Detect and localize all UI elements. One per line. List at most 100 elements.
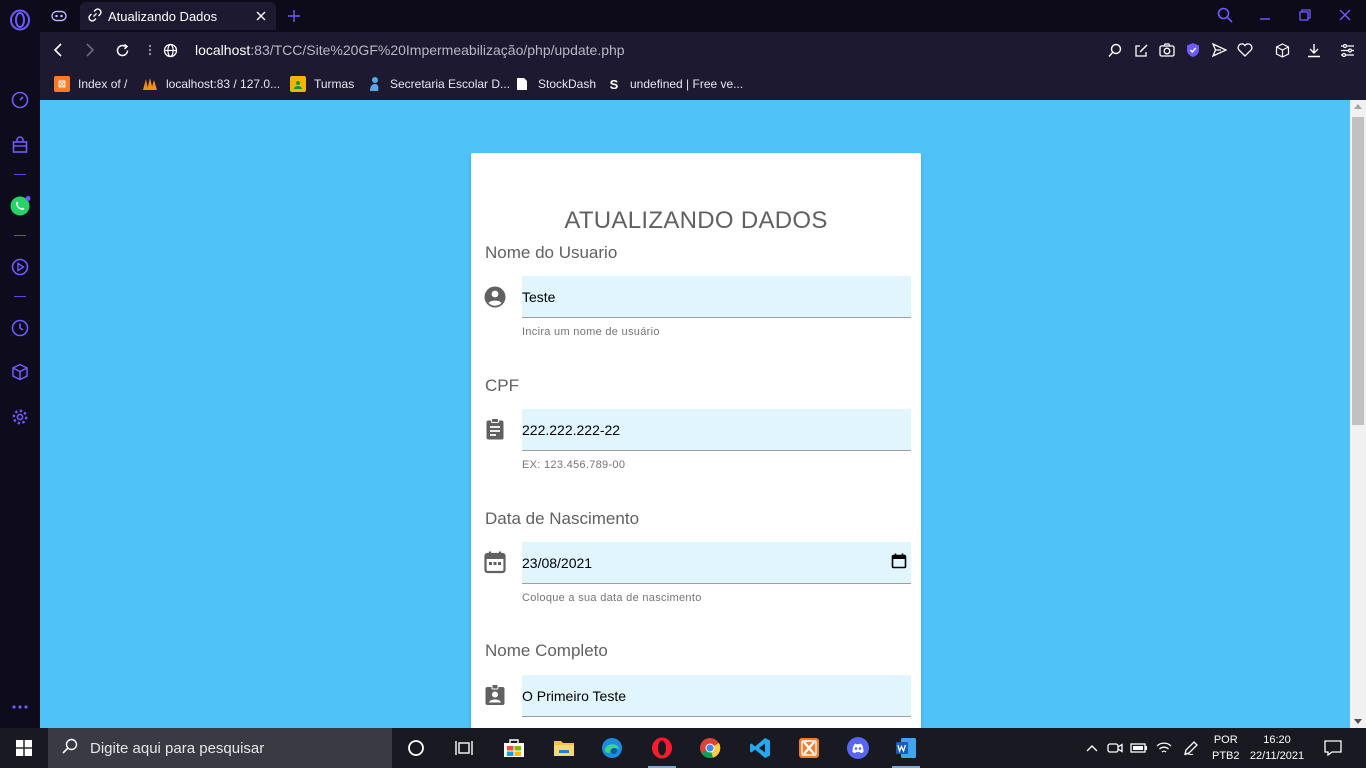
chrome-icon[interactable] xyxy=(690,732,730,764)
username-input[interactable]: Teste xyxy=(522,276,911,318)
downloads-icon[interactable] xyxy=(1305,41,1323,59)
bookmark-label: Turmas xyxy=(314,77,355,91)
opera-browser-icon[interactable] xyxy=(642,732,682,768)
vpn-shield-icon[interactable] xyxy=(1184,41,1202,59)
scroll-down-arrow-icon[interactable] xyxy=(1354,719,1362,724)
edge-icon[interactable] xyxy=(592,732,632,764)
edit-share-icon[interactable] xyxy=(1132,41,1150,59)
player-icon[interactable] xyxy=(8,255,32,279)
minimize-window-icon[interactable] xyxy=(1252,4,1278,26)
pen-ink-icon[interactable] xyxy=(1181,739,1201,757)
find-in-page-icon[interactable] xyxy=(1106,41,1124,59)
notification-center-icon[interactable] xyxy=(1323,739,1343,757)
bookmark-label: Index of / xyxy=(78,77,128,91)
s-logo-icon: S xyxy=(609,76,619,92)
bookmark-label: StockDash xyxy=(538,77,597,91)
tab-title: Atualizando Dados xyxy=(108,8,218,24)
birthdate-value: 23/08/2021 xyxy=(522,554,593,571)
snapshot-camera-icon[interactable] xyxy=(1158,41,1176,59)
bookmark-secretaria[interactable]: Secretaria Escolar D... xyxy=(366,75,510,93)
calendar-icon xyxy=(483,550,507,574)
bookmark-label: Secretaria Escolar D... xyxy=(390,77,511,91)
close-tab-icon[interactable] xyxy=(254,9,268,23)
url-host: localhost xyxy=(195,42,251,58)
file-explorer-icon[interactable] xyxy=(544,732,584,764)
vscode-icon[interactable] xyxy=(740,732,780,764)
cpf-value: 222.222.222-22 xyxy=(522,421,621,438)
birthdate-helper: Coloque a sua data de nascimento xyxy=(522,592,702,604)
birthdate-input[interactable]: 23/08/2021 xyxy=(522,542,911,584)
sidebar-divider xyxy=(14,296,26,297)
page-scrollbar[interactable] xyxy=(1350,100,1366,728)
cpf-input[interactable]: 222.222.222-22 xyxy=(522,409,911,451)
search-icon xyxy=(62,738,78,758)
date-picker-calendar-icon[interactable] xyxy=(891,553,907,572)
fullname-value: O Primeiro Teste xyxy=(522,687,626,704)
url-text[interactable]: localhost:83/TCC/Site%20GF%20Impermeabil… xyxy=(195,42,625,58)
bookmark-undefined[interactable]: S undefined | Free ve... xyxy=(606,75,744,93)
url-path: :83/TCC/Site%20GF%20Impermeabilização/ph… xyxy=(250,42,625,58)
microsoft-store-icon[interactable] xyxy=(494,732,534,764)
xampp-taskbar-icon[interactable] xyxy=(789,732,829,764)
send-flow-icon[interactable] xyxy=(1210,41,1228,59)
search-tabs-icon[interactable] xyxy=(1212,4,1238,26)
system-clock[interactable]: 16:20 22/11/2021 xyxy=(1246,732,1308,764)
tab-atualizando-dados[interactable]: Atualizando Dados xyxy=(80,2,276,30)
bookmark-stockdash[interactable]: StockDash xyxy=(514,75,596,93)
wifi-icon[interactable] xyxy=(1154,739,1174,757)
input-language[interactable]: POR PTB2 xyxy=(1212,732,1240,764)
bookmark-label: undefined | Free ve... xyxy=(630,77,744,91)
cpf-helper: EX: 123.456.789-00 xyxy=(522,459,626,471)
xampp-icon: ⊠ xyxy=(54,76,70,92)
whatsapp-icon[interactable] xyxy=(8,194,32,218)
username-value: Teste xyxy=(522,288,556,305)
taskbar-search-box[interactable]: Digite aqui para pesquisar xyxy=(48,728,392,768)
speed-dial-icon[interactable] xyxy=(8,88,32,112)
windows-start-icon[interactable] xyxy=(0,728,48,768)
tab-workspace-icon[interactable] xyxy=(46,5,72,27)
classroom-icon xyxy=(290,76,306,92)
opera-logo-icon[interactable] xyxy=(8,8,32,32)
windows-taskbar: Digite aqui para pesquisar POR PTB2 16:2… xyxy=(0,728,1366,768)
easy-setup-menu-icon[interactable] xyxy=(1338,41,1356,59)
task-view-icon[interactable] xyxy=(444,732,484,764)
new-tab-plus-icon[interactable] xyxy=(284,6,304,26)
extensions-cube-icon[interactable] xyxy=(1273,41,1291,59)
bookmark-index-of[interactable]: ⊠ Index of / xyxy=(54,75,127,93)
sidebar-divider xyxy=(14,174,26,175)
bookmark-phpmyadmin[interactable]: localhost:83 / 127.0... xyxy=(142,75,280,93)
phpmyadmin-icon xyxy=(142,76,158,92)
history-icon[interactable] xyxy=(8,316,32,340)
extensions-cube-icon[interactable] xyxy=(8,360,32,384)
reload-icon[interactable] xyxy=(112,40,132,60)
shopping-bag-icon[interactable] xyxy=(8,133,32,157)
fullname-input[interactable]: O Primeiro Teste xyxy=(522,675,911,717)
restore-window-icon[interactable] xyxy=(1292,4,1318,26)
word-icon[interactable] xyxy=(886,732,926,768)
search-placeholder: Digite aqui para pesquisar xyxy=(90,739,265,757)
back-arrow-icon[interactable] xyxy=(48,40,68,60)
meet-now-icon[interactable] xyxy=(1105,739,1125,757)
site-info-dots-icon[interactable] xyxy=(140,40,160,60)
language-code: POR xyxy=(1213,734,1238,746)
fullname-label: Nome Completo xyxy=(485,641,608,660)
battery-icon[interactable] xyxy=(1129,739,1149,757)
settings-gear-icon[interactable] xyxy=(8,405,32,429)
more-options-icon[interactable] xyxy=(8,695,32,719)
scroll-up-arrow-icon[interactable] xyxy=(1354,104,1362,109)
forward-arrow-icon[interactable] xyxy=(80,40,100,60)
bookmarks-bar: ⊠ Index of / localhost:83 / 127.0... Tur… xyxy=(40,68,1366,100)
address-toolbar: localhost:83/TCC/Site%20GF%20Impermeabil… xyxy=(40,32,1366,68)
cortana-icon[interactable] xyxy=(396,732,436,764)
heart-bookmark-icon[interactable] xyxy=(1236,41,1254,59)
scrollbar-thumb[interactable] xyxy=(1352,117,1364,425)
cpf-label: CPF xyxy=(485,376,519,395)
close-window-icon[interactable] xyxy=(1332,4,1358,26)
globe-icon[interactable] xyxy=(160,40,180,60)
opera-sidebar xyxy=(0,0,40,728)
update-form-card: ATUALIZANDO DADOS Nome do Usuario Teste … xyxy=(471,153,921,728)
discord-icon[interactable] xyxy=(838,732,878,764)
show-hidden-icons-chevron-icon[interactable] xyxy=(1082,739,1102,757)
bookmark-turmas[interactable]: Turmas xyxy=(290,75,354,93)
page-viewport: ATUALIZANDO DADOS Nome do Usuario Teste … xyxy=(40,100,1350,728)
